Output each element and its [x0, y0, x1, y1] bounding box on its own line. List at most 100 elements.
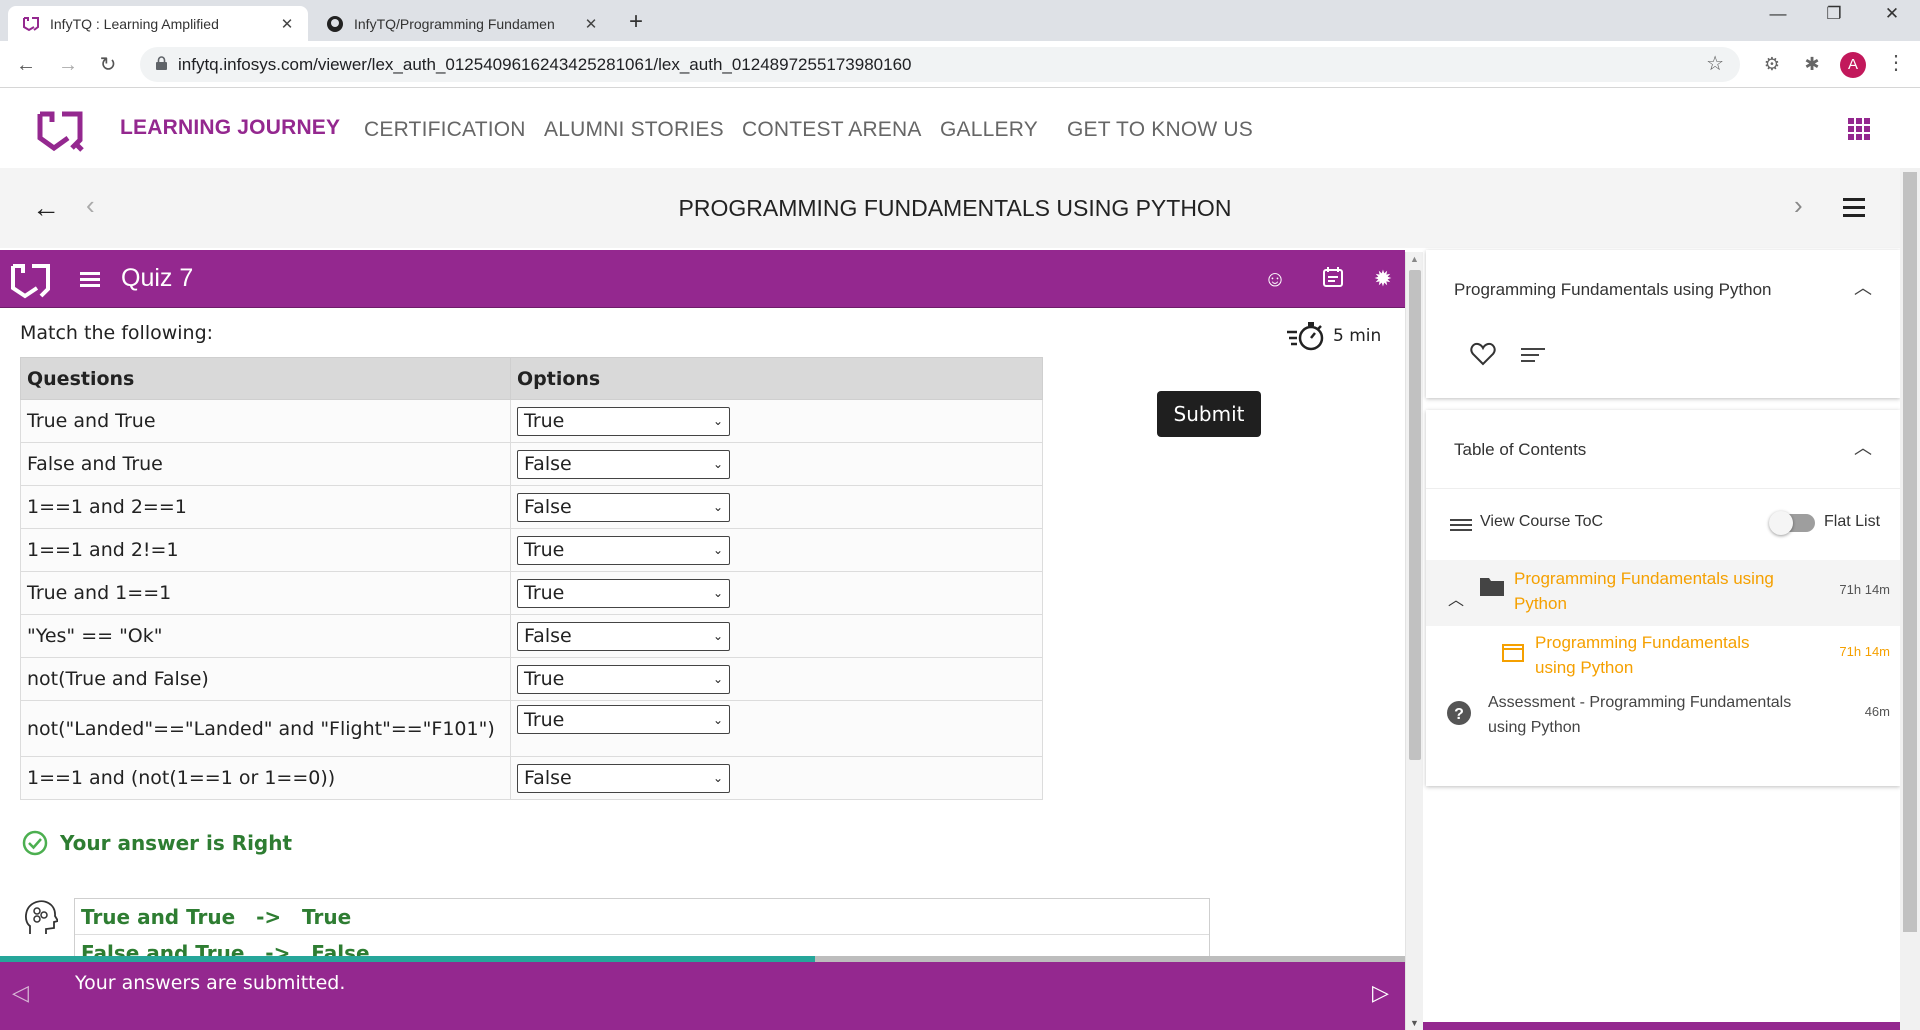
- option-cell: False ⌄: [510, 442, 1043, 486]
- chevron-down-icon: ⌄: [712, 586, 723, 600]
- toc-item-assessment[interactable]: ? Assessment - Programming Fundamentals …: [1426, 682, 1900, 742]
- tab-close-icon[interactable]: ✕: [276, 15, 298, 33]
- previous-resource-icon[interactable]: ◁: [12, 980, 29, 1006]
- question-cell: True and True: [20, 399, 511, 443]
- course-menu-icon[interactable]: [1843, 198, 1865, 222]
- question-cell: 1==1 and (not(1==1 or 1==0)): [20, 756, 511, 800]
- nav-alumni-stories[interactable]: ALUMNI STORIES: [544, 118, 724, 142]
- heart-icon[interactable]: [1470, 342, 1496, 366]
- sidebar-bottom-strip: [1423, 1022, 1900, 1030]
- chevron-down-icon: ⌄: [712, 712, 723, 727]
- option-select[interactable]: True ⌄: [517, 406, 730, 436]
- flat-list-toggle[interactable]: [1769, 511, 1815, 535]
- next-resource-icon[interactable]: ▷: [1372, 980, 1389, 1006]
- option-cell: True ⌄: [510, 700, 1043, 757]
- table-row: True and True True ⌄: [20, 399, 1043, 443]
- address-bar[interactable]: infytq.infosys.com/viewer/lex_auth_01254…: [140, 47, 1740, 82]
- scrollbar-thumb[interactable]: [1903, 172, 1917, 932]
- browser-menu-icon[interactable]: ⋮: [1886, 50, 1906, 75]
- bookmark-star-icon[interactable]: ☆: [1706, 51, 1724, 76]
- table-row: not(True and False) True ⌄: [20, 657, 1043, 701]
- table-row: 1==1 and (not(1==1 or 1==0)) False ⌄: [20, 756, 1043, 800]
- nav-learning-journey[interactable]: LEARNING JOURNEY: [120, 116, 340, 140]
- quiz-timer: 5 min: [1287, 320, 1381, 352]
- extensions-puzzle-icon[interactable]: ✱: [1800, 52, 1824, 76]
- feedback-smiley-icon[interactable]: ☺: [1262, 266, 1288, 292]
- option-select[interactable]: True ⌄: [517, 535, 730, 565]
- option-select[interactable]: True ⌄: [517, 705, 730, 734]
- toc-item-course[interactable]: Programming Fundamentals using Python 71…: [1426, 626, 1900, 682]
- quiz-menu-icon[interactable]: [80, 272, 100, 290]
- scrollbar-thumb[interactable]: [1409, 270, 1421, 760]
- toc-controls: View Course ToC Flat List: [1426, 488, 1900, 558]
- quiz-title: Quiz 7: [121, 264, 194, 292]
- brain-head-icon: [25, 900, 58, 934]
- browser-tab-bar: InfyTQ : Learning Amplified ✕ InfyTQ/Pro…: [0, 0, 1920, 41]
- scroll-down-icon[interactable]: ▼: [1410, 1018, 1419, 1028]
- right-sidebar: Programming Fundamentals using Python ︿ …: [1423, 248, 1900, 1030]
- option-select[interactable]: False ⌄: [517, 621, 730, 651]
- collapse-chevron-icon[interactable]: ︿: [1448, 586, 1464, 610]
- questions-header: Questions: [20, 357, 511, 400]
- next-chevron-icon[interactable]: ›: [1794, 190, 1803, 221]
- option-select[interactable]: False ⌄: [517, 449, 730, 479]
- tab-close-icon[interactable]: ✕: [580, 15, 602, 33]
- toc-item-module[interactable]: ︿ Programming Fundamentals using Python …: [1426, 560, 1900, 626]
- browser-tab-infytq[interactable]: InfyTQ : Learning Amplified ✕: [8, 6, 308, 41]
- table-row: True and 1==1 True ⌄: [20, 571, 1043, 615]
- footer-message: Your answers are submitted.: [75, 972, 346, 994]
- collapse-chevron-icon[interactable]: ︿: [1854, 434, 1872, 460]
- explanation-line: False and True -> False: [75, 935, 1209, 958]
- submit-button[interactable]: Submit: [1157, 391, 1261, 437]
- forward-icon[interactable]: →: [54, 51, 82, 79]
- question-cell: False and True: [20, 442, 511, 486]
- site-header: LEARNING JOURNEY CERTIFICATION ALUMNI ST…: [0, 88, 1920, 168]
- url-text: infytq.infosys.com/viewer/lex_auth_01254…: [178, 55, 912, 74]
- playlist-icon[interactable]: [1521, 348, 1545, 366]
- back-icon[interactable]: ←: [12, 51, 40, 79]
- restore-button[interactable]: ❐: [1812, 4, 1856, 24]
- nav-certification[interactable]: CERTIFICATION: [364, 118, 526, 142]
- nav-get-to-know-us[interactable]: GET TO KNOW US: [1067, 118, 1253, 142]
- notes-calendar-icon[interactable]: [1320, 266, 1346, 292]
- option-cell: True ⌄: [510, 399, 1043, 443]
- selected-option: True: [524, 539, 565, 561]
- player-scrollbar[interactable]: ▲ ▼: [1405, 252, 1423, 1030]
- option-select[interactable]: False ⌄: [517, 763, 730, 793]
- selected-option: False: [524, 767, 572, 789]
- result-message: Your answer is Right: [22, 830, 292, 856]
- profile-avatar[interactable]: A: [1840, 52, 1866, 78]
- new-tab-button[interactable]: +: [622, 8, 650, 36]
- browser-tab-github[interactable]: InfyTQ/Programming Fundamen ✕: [312, 6, 612, 41]
- nav-gallery[interactable]: GALLERY: [940, 118, 1038, 142]
- course-window-icon: [1502, 644, 1524, 662]
- toc-item-name: Programming Fundamentals using Python: [1514, 569, 1774, 613]
- question-cell: 1==1 and 2==1: [20, 485, 511, 529]
- browser-toolbar: ← → ↻ infytq.infosys.com/viewer/lex_auth…: [0, 41, 1920, 88]
- reload-icon[interactable]: ↻: [94, 51, 122, 79]
- collapse-chevron-icon[interactable]: ︿: [1854, 274, 1872, 300]
- settings-gear-icon[interactable]: ✹: [1370, 266, 1396, 292]
- table-header-row: Questions Options: [20, 357, 1043, 400]
- selected-option: True: [524, 582, 565, 604]
- extension-gear-icon[interactable]: ⚙: [1760, 52, 1784, 76]
- question-cell: not("Landed"=="Landed" and "Flight"=="F1…: [20, 700, 511, 757]
- stopwatch-icon: [1287, 322, 1324, 351]
- timer-text: 5 min: [1333, 326, 1382, 346]
- option-cell: True ⌄: [510, 571, 1043, 615]
- option-select[interactable]: False ⌄: [517, 492, 730, 522]
- infytq-logo[interactable]: [36, 106, 84, 152]
- window-close-button[interactable]: ✕: [1870, 4, 1914, 24]
- chevron-down-icon: ⌄: [712, 414, 723, 428]
- folder-icon: [1480, 578, 1504, 596]
- option-select[interactable]: True ⌄: [517, 578, 730, 608]
- nav-contest-arena[interactable]: CONTEST ARENA: [742, 118, 922, 142]
- apps-grid-icon[interactable]: [1848, 118, 1870, 140]
- option-cell: True ⌄: [510, 528, 1043, 572]
- scroll-up-icon[interactable]: ▲: [1410, 254, 1419, 264]
- option-select[interactable]: True ⌄: [517, 664, 730, 694]
- explanation-box: True and True -> True False and True -> …: [74, 898, 1210, 958]
- page-scrollbar[interactable]: [1900, 168, 1920, 1030]
- view-course-toc-link[interactable]: View Course ToC: [1480, 513, 1603, 531]
- minimize-button[interactable]: —: [1756, 4, 1800, 24]
